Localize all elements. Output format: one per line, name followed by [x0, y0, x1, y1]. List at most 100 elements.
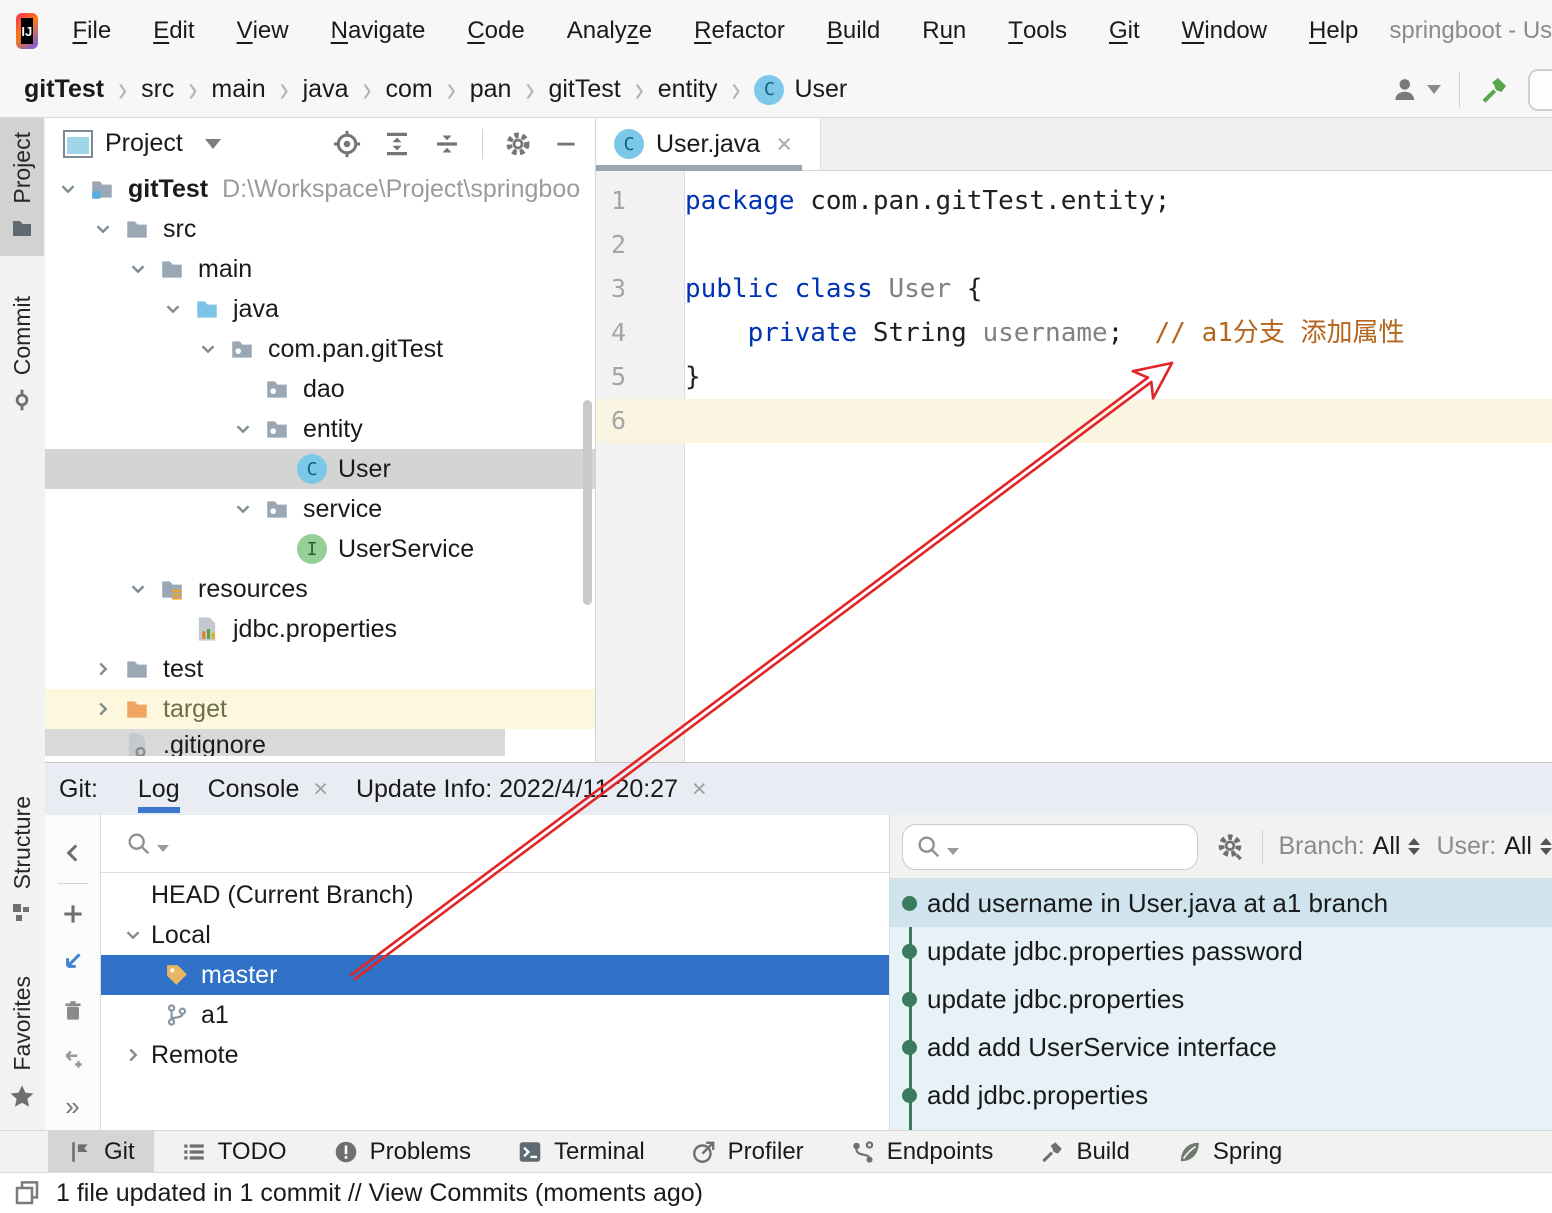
chevron-right-icon[interactable] [85, 658, 121, 680]
more-icon[interactable]: » [45, 1083, 100, 1131]
stripe-tab-project[interactable]: Project [0, 118, 44, 256]
close-icon[interactable]: × [692, 775, 707, 804]
menu-git[interactable]: Git [1088, 0, 1161, 62]
stripe-tab-favorites[interactable]: Favorites [0, 976, 44, 1111]
tree-item-dao[interactable]: dao [45, 369, 595, 409]
commit-row[interactable]: update jdbc.properties password [890, 927, 1552, 975]
settings-icon[interactable] [503, 129, 533, 159]
tree-item--gitignore[interactable]: .gitignore [45, 729, 505, 756]
toolwindow-button-problems[interactable]: Problems [314, 1131, 490, 1173]
tree-item-userservice[interactable]: IUserService [45, 529, 595, 569]
chevron-down-icon[interactable] [225, 418, 261, 440]
git-tab-update-info[interactable]: Update Info: 2022/4/11 20:27× [342, 763, 721, 815]
tree-item-target[interactable]: target [45, 689, 595, 729]
menu-view[interactable]: View [216, 0, 310, 62]
chevron-down-icon[interactable] [85, 218, 121, 240]
tree-item-src[interactable]: src [45, 209, 595, 249]
tree-item-entity[interactable]: entity [45, 409, 595, 449]
delete-icon[interactable] [45, 986, 100, 1034]
branch-row-remote[interactable]: Remote [101, 1035, 889, 1075]
tree-item-jdbc-properties[interactable]: jdbc.properties [45, 609, 595, 649]
menu-window[interactable]: Window [1161, 0, 1288, 62]
restore-icon[interactable] [45, 1035, 100, 1083]
tree-item-com-pan-gittest[interactable]: com.pan.gitTest [45, 329, 595, 369]
back-icon[interactable] [45, 829, 100, 877]
chevron-down-icon[interactable] [115, 924, 151, 946]
menu-edit[interactable]: Edit [132, 0, 215, 62]
chevron-down-icon[interactable] [190, 338, 226, 360]
stripe-tab-commit[interactable]: Commit [0, 296, 44, 413]
chevron-down-icon[interactable] [120, 258, 156, 280]
commit-search[interactable] [902, 824, 1198, 870]
settings-icon[interactable] [1214, 831, 1246, 863]
toolwindow-button-endpoints[interactable]: Endpoints [831, 1131, 1013, 1173]
close-icon[interactable]: × [313, 775, 328, 804]
crumb-gitTest[interactable]: gitTest [544, 75, 624, 104]
toolwindow-button-build[interactable]: Build [1020, 1131, 1148, 1173]
collapse-all-icon[interactable] [432, 129, 462, 159]
hide-icon[interactable] [553, 131, 579, 157]
expand-all-icon[interactable] [382, 129, 412, 159]
commit-row[interactable]: add username in User.java at a1 branch [890, 879, 1552, 927]
locate-icon[interactable] [332, 129, 362, 159]
user-filter[interactable]: User: All [1436, 832, 1552, 861]
tree-item-gittest[interactable]: gitTestD:\Workspace\Project\springboo [45, 169, 595, 209]
crumb-main[interactable]: main [207, 75, 269, 104]
toolwindow-button-profiler[interactable]: Profiler [672, 1131, 823, 1173]
toolwindow-button-spring[interactable]: Spring [1157, 1131, 1301, 1173]
menu-tools[interactable]: Tools [987, 0, 1088, 62]
project-view-selector[interactable]: Project [63, 129, 221, 158]
user-icon[interactable] [1391, 75, 1441, 105]
branch-row-head-current-branch-[interactable]: HEAD (Current Branch) [101, 875, 889, 915]
menu-help[interactable]: Help [1288, 0, 1379, 62]
toolwindow-button-todo[interactable]: TODO [162, 1131, 306, 1173]
branch-filter[interactable]: Branch: All [1279, 832, 1421, 861]
tree-item-test[interactable]: test [45, 649, 595, 689]
code-area[interactable]: 123456 package com.pan.gitTest.entity;pu… [596, 171, 1552, 762]
crumb-file[interactable]: CUser [750, 75, 851, 105]
tree-item-resources[interactable]: resources [45, 569, 595, 609]
commit-row[interactable]: add jdbc.properties [890, 1071, 1552, 1119]
chevron-down-icon[interactable] [50, 178, 86, 200]
chevron-down-icon[interactable] [155, 298, 191, 320]
tab-user-java[interactable]: C User.java × [596, 118, 821, 170]
status-message[interactable]: 1 file updated in 1 commit // View Commi… [56, 1179, 703, 1208]
checkout-icon[interactable] [45, 938, 100, 986]
crumb-pan[interactable]: pan [466, 75, 516, 104]
build-hammer-icon[interactable] [1478, 74, 1510, 106]
chevron-right-icon[interactable] [115, 1044, 151, 1066]
crumb-root[interactable]: gitTest [20, 75, 108, 104]
menu-analyze[interactable]: Analyze [546, 0, 673, 62]
branch-row-master[interactable]: master [101, 955, 889, 995]
project-scrollbar[interactable] [583, 400, 592, 605]
crumb-java[interactable]: java [299, 75, 353, 104]
close-icon[interactable]: × [776, 129, 792, 160]
branch-row-local[interactable]: Local [101, 915, 889, 955]
chevron-down-icon[interactable] [225, 498, 261, 520]
menu-code[interactable]: Code [446, 0, 545, 62]
layers-icon[interactable] [12, 1178, 42, 1208]
stripe-tab-structure[interactable]: Structure [0, 796, 44, 925]
menu-file[interactable]: File [52, 0, 133, 62]
menu-refactor[interactable]: Refactor [673, 0, 806, 62]
git-tab-log[interactable]: Log [124, 763, 194, 815]
menu-navigate[interactable]: Navigate [310, 0, 447, 62]
tree-item-user[interactable]: CUser [45, 449, 595, 489]
tree-item-main[interactable]: main [45, 249, 595, 289]
run-config-partial[interactable] [1528, 69, 1552, 111]
crumb-com[interactable]: com [381, 75, 436, 104]
tree-item-java[interactable]: java [45, 289, 595, 329]
menu-build[interactable]: Build [806, 0, 901, 62]
tree-item-service[interactable]: service [45, 489, 595, 529]
branch-row-a1[interactable]: a1 [101, 995, 889, 1035]
chevron-right-icon[interactable] [85, 698, 121, 720]
commit-row[interactable]: update jdbc.properties [890, 975, 1552, 1023]
branch-search[interactable] [101, 815, 889, 873]
git-tab-console[interactable]: Console× [194, 763, 342, 815]
commit-row[interactable]: add add UserService interface [890, 1023, 1552, 1071]
add-icon[interactable] [45, 890, 100, 938]
menu-run[interactable]: Run [901, 0, 987, 62]
crumb-src[interactable]: src [137, 75, 178, 104]
crumb-entity[interactable]: entity [654, 75, 722, 104]
toolwindow-button-git[interactable]: Git [48, 1131, 154, 1173]
